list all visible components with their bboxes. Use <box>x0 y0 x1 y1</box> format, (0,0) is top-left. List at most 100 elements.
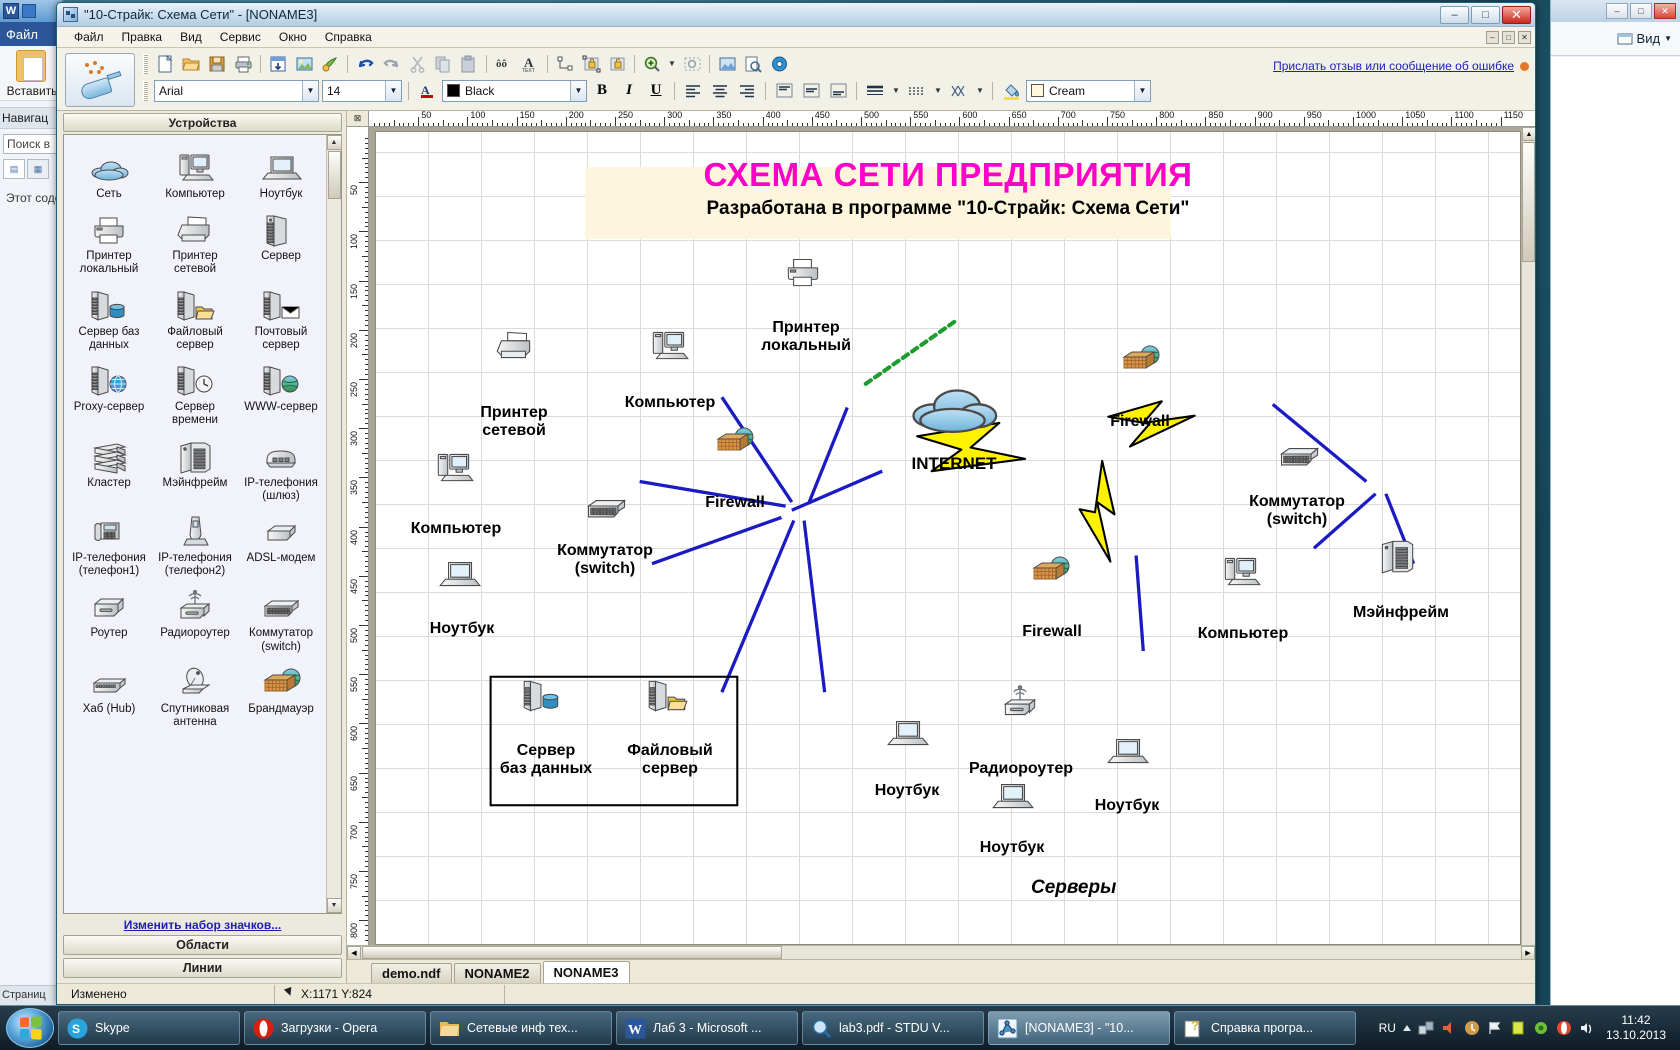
minimize-button[interactable]: – <box>1440 6 1469 24</box>
scroll-thumb[interactable] <box>328 151 341 199</box>
diagram-node-laptop[interactable] <box>436 552 482 597</box>
toolbar-grip[interactable] <box>143 54 148 74</box>
diagram-node-label[interactable]: Ноутбук <box>430 620 495 638</box>
word-save-icon[interactable] <box>22 4 36 18</box>
show-hidden-icons-icon[interactable] <box>1403 1025 1411 1031</box>
palette-item-desktop-computer[interactable]: Компьютер <box>152 141 238 203</box>
canvas-hscroll-thumb[interactable] <box>362 946 782 959</box>
change-icons-link[interactable]: Изменить набор значков... <box>63 914 342 935</box>
diagram-node-desktop-computer[interactable] <box>646 324 692 369</box>
export-icon[interactable] <box>266 53 290 75</box>
doc-restore-button[interactable]: □ <box>1502 31 1515 44</box>
preview-icon[interactable] <box>741 53 765 75</box>
font-family-select[interactable]: Arial ▼ <box>154 80 319 102</box>
document-window-controls[interactable]: – □ ✕ <box>1486 31 1535 44</box>
chevron-down-icon[interactable]: ▼ <box>570 81 586 101</box>
diagram-node-desktop-computer[interactable] <box>1218 550 1264 595</box>
palette-item-ip-phone1[interactable]: IP-телефония (телефон1) <box>66 505 152 580</box>
underline-button[interactable]: U <box>644 80 668 102</box>
taskbar-item-help[interactable]: ?Справка програ... <box>1174 1011 1356 1045</box>
word-nav-tabs[interactable]: ▤ ▦ <box>0 159 62 179</box>
diagram-node-firewall[interactable] <box>1118 339 1162 382</box>
areas-panel-button[interactable]: Области <box>63 935 342 955</box>
palette-item-cluster[interactable]: Кластер <box>66 430 152 505</box>
formatting-toolbar[interactable]: Arial ▼ 14 ▼ A Black ▼ B I U <box>139 77 1535 107</box>
diagram-node-local-printer[interactable] <box>780 250 826 295</box>
update-icon[interactable] <box>1464 1020 1480 1036</box>
chevron-down-icon[interactable]: ▼ <box>1134 81 1150 101</box>
devices-panel-header[interactable]: Устройства <box>63 113 342 132</box>
servers-group-label[interactable]: Серверы <box>1031 877 1116 898</box>
right-close-button[interactable]: ✕ <box>1654 3 1676 19</box>
select-area-icon[interactable] <box>680 53 704 75</box>
undo-icon[interactable] <box>353 53 377 75</box>
palette-scrollbar[interactable]: ▲ ▼ <box>326 135 341 913</box>
taskbar-item-netmap[interactable]: [NONAME3] - "10... <box>988 1011 1170 1045</box>
fill-color-select[interactable]: Cream ▼ <box>1026 80 1151 102</box>
copy-icon[interactable] <box>431 53 455 75</box>
diagram-node-database-server[interactable] <box>519 674 565 719</box>
palette-item-firewall[interactable]: Брандмауэр <box>238 656 324 731</box>
document-tabs[interactable]: demo.ndfNONAME2NONAME3 <box>347 959 1535 983</box>
align-left-icon[interactable] <box>681 80 705 102</box>
diagram-node-label[interactable]: Файловый сервер <box>627 742 712 778</box>
diagram-node-label[interactable]: Компьютер <box>1198 625 1288 643</box>
network-diagram[interactable] <box>376 132 1520 944</box>
diagram-node-laptop[interactable] <box>989 774 1035 819</box>
diagram-node-label[interactable]: Компьютер <box>411 520 501 538</box>
connect-icon[interactable] <box>553 53 577 75</box>
document-tab-demondf[interactable]: demo.ndf <box>371 963 452 983</box>
format-toolbar-grip[interactable] <box>143 81 148 101</box>
palette-item-cloud[interactable]: Сеть <box>66 141 152 203</box>
taskbar-item-stdu[interactable]: lab3.pdf - STDU V... <box>802 1011 984 1045</box>
palette-item-switch[interactable]: Коммутатор (switch) <box>238 580 324 655</box>
valign-bottom-icon[interactable] <box>826 80 850 102</box>
doc-close-button[interactable]: ✕ <box>1518 31 1531 44</box>
diagram-node-file-server[interactable] <box>644 674 690 719</box>
palette-item-proxy-server[interactable]: Proxy-сервер <box>66 354 152 429</box>
diagram-node-label[interactable]: Принтер локальный <box>761 319 851 355</box>
diagram-node-label[interactable]: Коммутатор (switch) <box>557 542 653 578</box>
text-icon[interactable]: ATEXT <box>518 53 542 75</box>
font-color-icon[interactable]: A <box>415 80 439 102</box>
diagram-node-label[interactable]: Компьютер <box>625 394 715 412</box>
canvas-scroll-right-button[interactable]: ▶ <box>1521 946 1535 960</box>
save-icon[interactable] <box>205 53 229 75</box>
diagram-node-label[interactable]: Firewall <box>1110 413 1170 431</box>
right-maximize-button[interactable]: □ <box>1630 3 1652 19</box>
canvas-scroll-left-button[interactable]: ◀ <box>347 946 361 960</box>
diagram-node-cloud[interactable] <box>902 356 1003 451</box>
taskbar-item-opera[interactable]: Загрузки - Opera <box>244 1011 426 1045</box>
diagram-node-label[interactable]: Ноутбук <box>1095 797 1160 815</box>
italic-button[interactable]: I <box>617 80 641 102</box>
right-minimize-button[interactable]: – <box>1606 3 1628 19</box>
taskbar-item-word[interactable]: WЛаб 3 - Microsoft ... <box>616 1011 798 1045</box>
palette-item-laptop[interactable]: Ноутбук <box>238 141 324 203</box>
diagram-node-laptop[interactable] <box>1104 729 1150 774</box>
background-word-window[interactable]: W Файл Вставить Навигац Поиск в ▤ ▦ Этот… <box>0 0 64 1005</box>
right-window-toolbar[interactable]: Вид ▼ <box>1551 22 1680 56</box>
menu-bar[interactable]: Файл Правка Вид Сервис Окно Справка – □ … <box>57 27 1535 48</box>
word-headings-tab[interactable]: ▤ <box>3 159 25 179</box>
diagram-title[interactable]: СХЕМА СЕТИ ПРЕДПРИЯТИЯ Разработана в про… <box>704 156 1193 220</box>
doc-minimize-button[interactable]: – <box>1486 31 1499 44</box>
diagram-node-label[interactable]: INTERNET <box>912 454 997 473</box>
palette-item-wireless-router[interactable]: Радиороутер <box>152 580 238 655</box>
diagram-node-label[interactable]: Принтер сетевой <box>480 404 547 440</box>
hatch-pattern-icon[interactable] <box>947 80 971 102</box>
fill-bucket-icon[interactable] <box>999 80 1023 102</box>
paste-icon[interactable] <box>457 53 481 75</box>
palette-item-ip-gateway[interactable]: IP-телефония (шлюз) <box>238 430 324 505</box>
word-search-input[interactable]: Поиск в <box>3 134 59 154</box>
document-tab-noname2[interactable]: NONAME2 <box>454 963 541 983</box>
background-right-window[interactable]: – □ ✕ Вид ▼ <box>1550 0 1680 1005</box>
chevron-down-icon[interactable]: ▼ <box>385 81 401 101</box>
valign-middle-icon[interactable] <box>799 80 823 102</box>
scroll-up-button[interactable]: ▲ <box>327 135 342 150</box>
diagram-node-laptop[interactable] <box>884 711 930 756</box>
taskbar-item-folder[interactable]: Сетевые инф тех... <box>430 1011 612 1045</box>
palette-item-network-printer[interactable]: Принтер сетевой <box>152 203 238 278</box>
scroll-down-button[interactable]: ▼ <box>327 898 342 913</box>
cut-icon[interactable] <box>405 53 429 75</box>
diagram-node-switch[interactable] <box>582 484 630 531</box>
